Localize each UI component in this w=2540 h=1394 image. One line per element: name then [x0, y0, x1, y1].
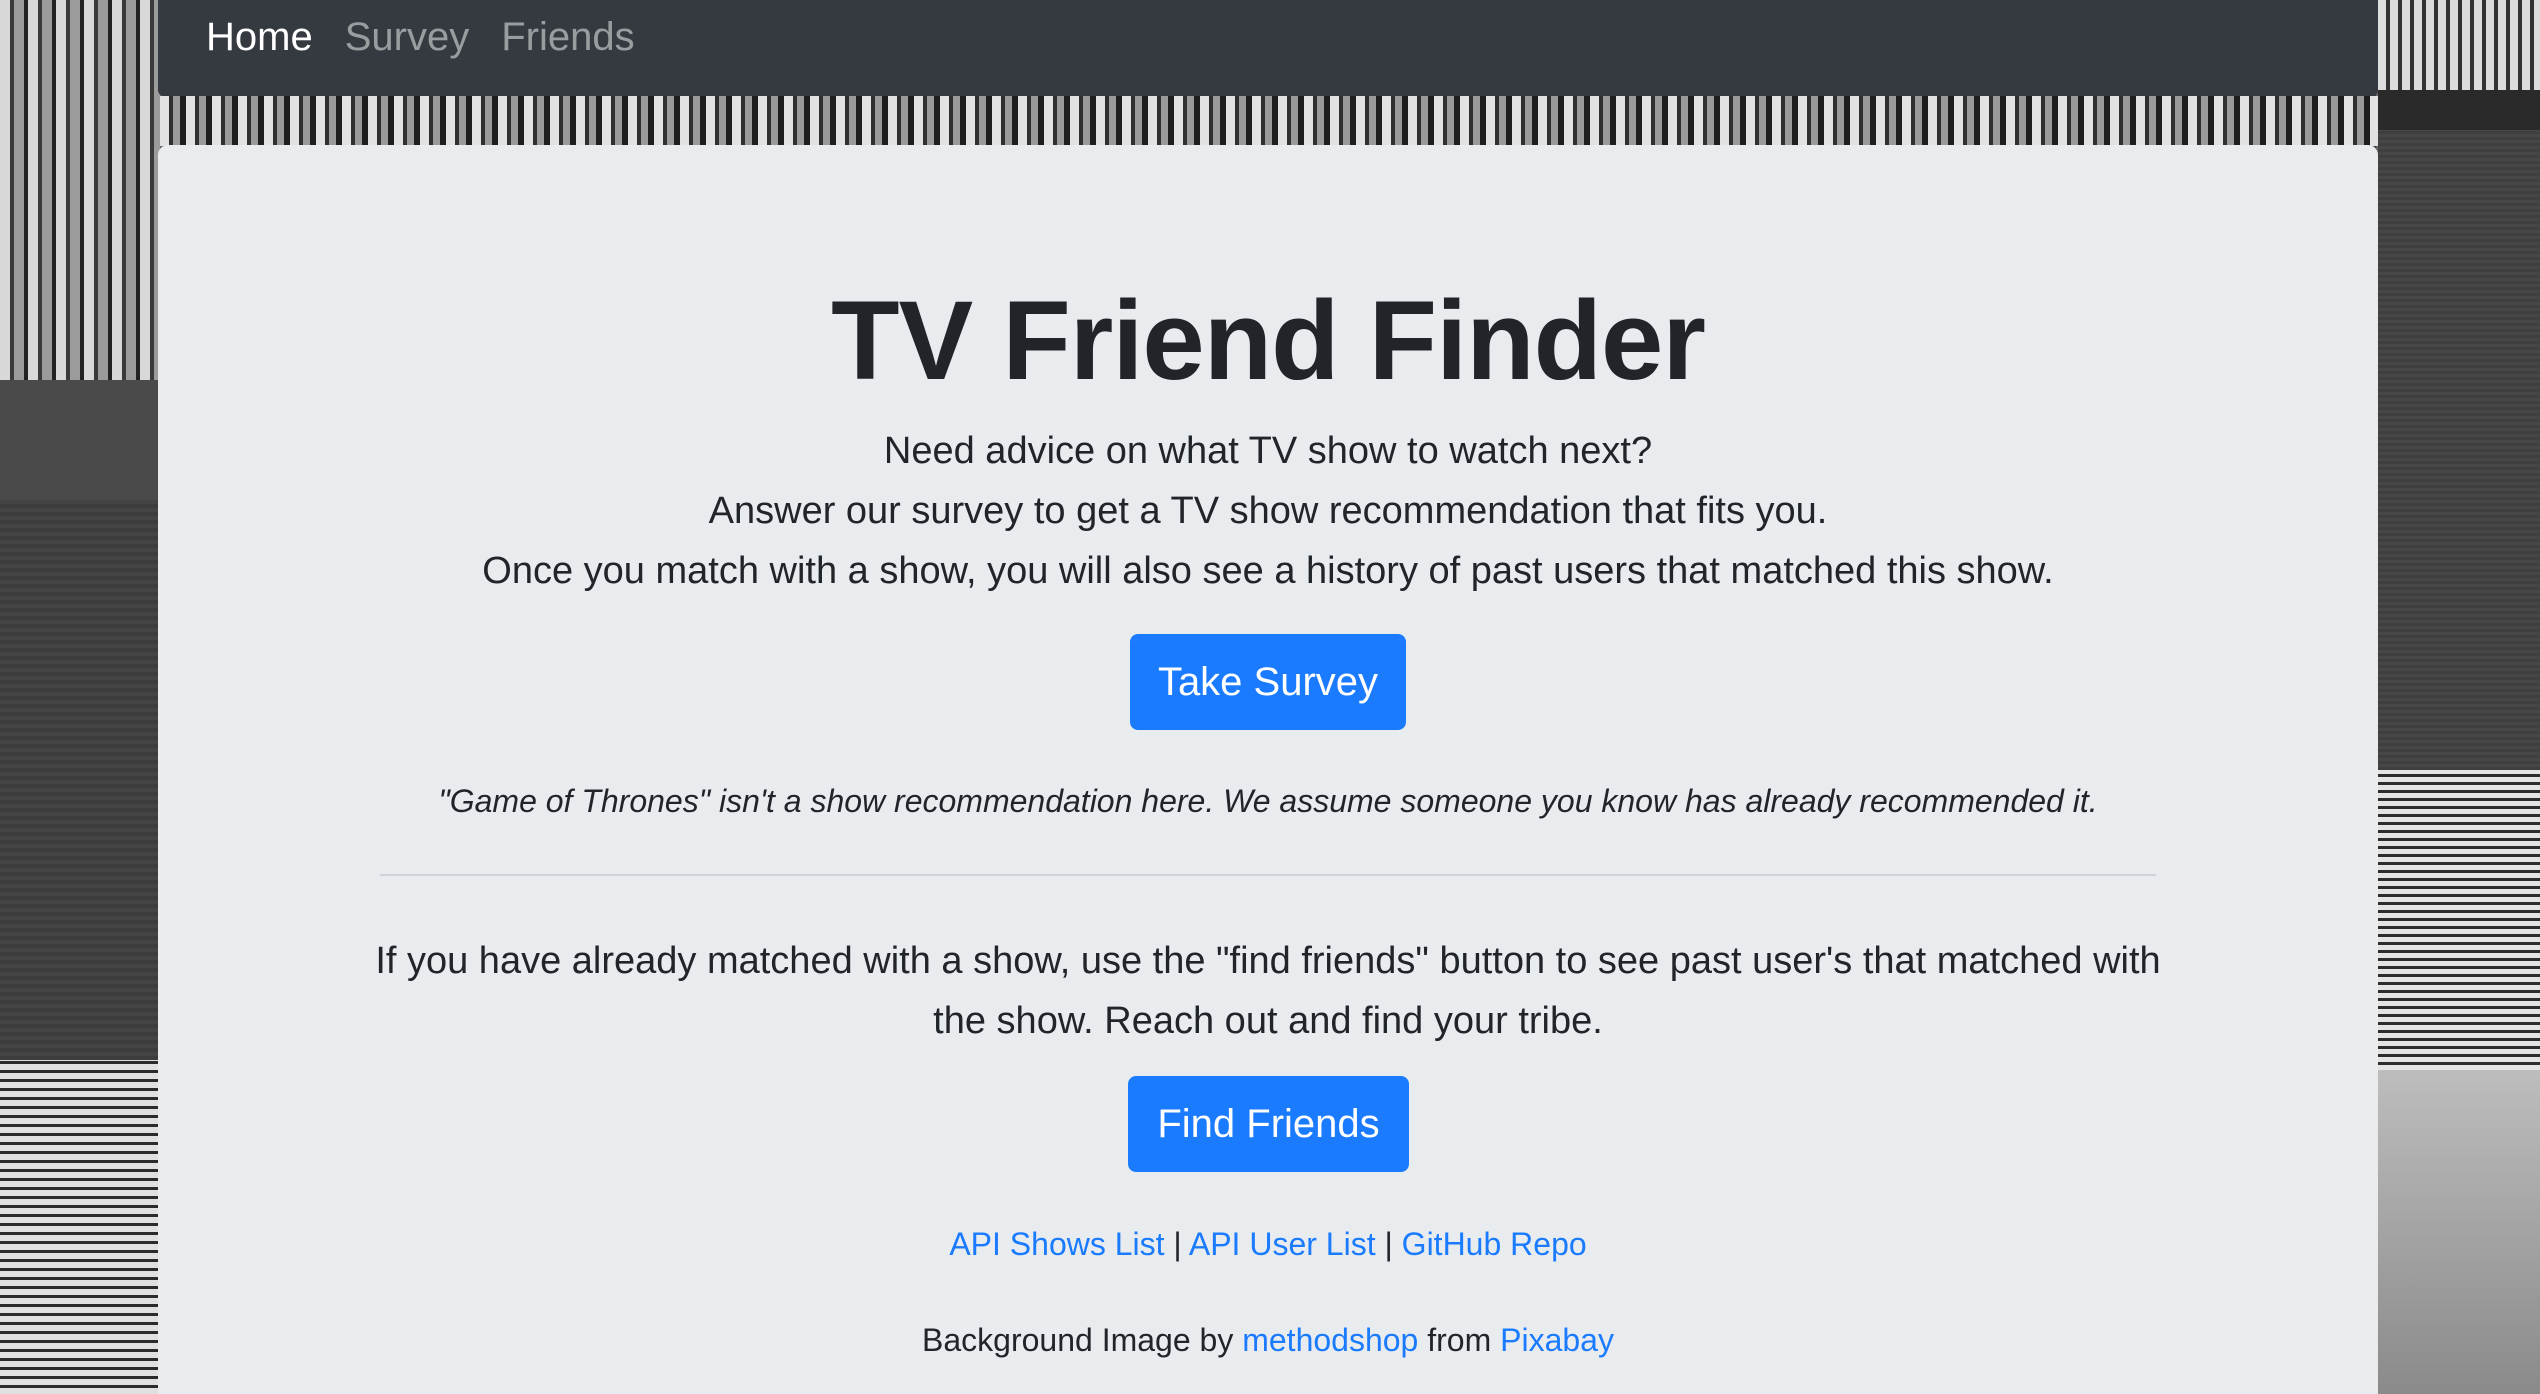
credit-middle: from — [1427, 1322, 1492, 1358]
game-of-thrones-note: "Game of Thrones" isn't a show recommend… — [438, 783, 2098, 819]
page-title: TV Friend Finder — [831, 278, 1706, 403]
take-survey-button[interactable]: Take Survey — [1130, 634, 1406, 730]
background-right-shelf — [2378, 0, 2540, 1394]
lead-line-3: Once you match with a show, you will als… — [482, 550, 2054, 592]
link-separator: | — [1384, 1226, 1393, 1262]
lead-line-2: Answer our survey to get a TV show recom… — [708, 490, 1828, 532]
api-user-list-link[interactable]: API User List — [1189, 1226, 1376, 1262]
divider — [380, 874, 2156, 876]
background-credit: Background Image by methodshop from Pixa… — [158, 1324, 2378, 1356]
github-repo-link[interactable]: GitHub Repo — [1402, 1226, 1587, 1262]
background-left-shelf — [0, 0, 160, 1394]
api-links: API Shows List | API User List | GitHub … — [158, 1228, 2378, 1260]
nav-link-home[interactable]: Home — [206, 17, 313, 79]
top-navbar: Home Survey Friends — [158, 0, 2378, 96]
link-separator: | — [1173, 1226, 1182, 1262]
credit-prefix: Background Image by — [922, 1322, 1234, 1358]
find-friends-button[interactable]: Find Friends — [1128, 1076, 1409, 1172]
methodshop-link[interactable]: methodshop — [1242, 1322, 1418, 1358]
background-shelf-strip — [160, 96, 2378, 146]
jumbotron: TV Friend Finder Need advice on what TV … — [158, 145, 2378, 1394]
api-shows-list-link[interactable]: API Shows List — [949, 1226, 1164, 1262]
lead-line-1: Need advice on what TV show to watch nex… — [883, 430, 1653, 472]
find-friends-description: If you have already matched with a show,… — [375, 940, 2161, 1042]
pixabay-link[interactable]: Pixabay — [1500, 1322, 1614, 1358]
nav-link-friends[interactable]: Friends — [501, 17, 634, 79]
nav-link-survey[interactable]: Survey — [345, 17, 470, 79]
